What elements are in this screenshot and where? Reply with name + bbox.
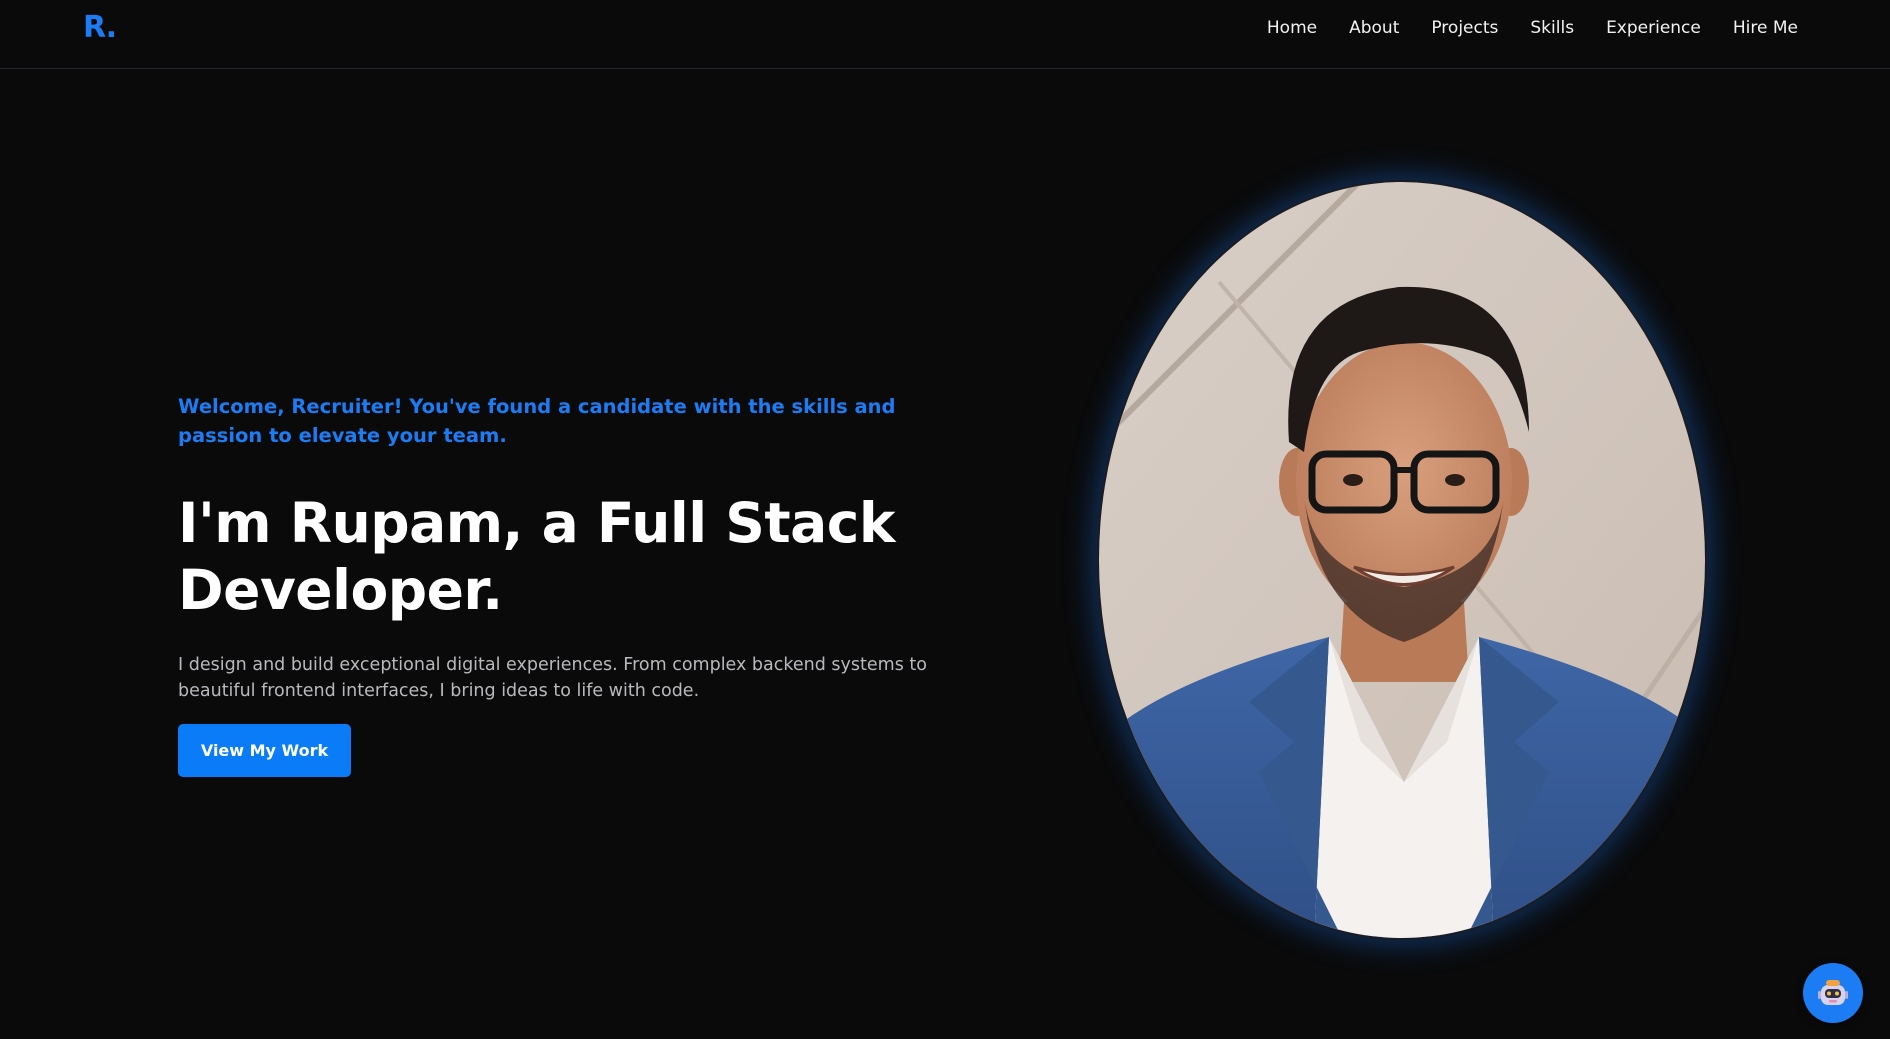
portrait-illustration [1099, 182, 1705, 938]
robot-icon [1818, 980, 1848, 1005]
hero-headline: I'm Rupam, a Full Stack Developer. [178, 491, 895, 622]
nav-link-experience[interactable]: Experience [1606, 17, 1701, 39]
nav-link-skills[interactable]: Skills [1530, 17, 1574, 39]
view-my-work-button[interactable]: View My Work [178, 724, 351, 777]
nav-link-hire-me[interactable]: Hire Me [1733, 17, 1798, 39]
nav-link-home[interactable]: Home [1267, 17, 1317, 39]
nav-links: Home About Projects Skills Experience Hi… [1267, 17, 1798, 39]
nav-link-about[interactable]: About [1349, 17, 1399, 39]
navbar: R. Home About Projects Skills Experience… [0, 0, 1890, 69]
hero-intro: I design and build exceptional digital e… [178, 655, 927, 701]
nav-link-projects[interactable]: Projects [1431, 17, 1498, 39]
chatbot-button[interactable] [1803, 963, 1863, 1023]
hero-section: Welcome, Recruiter! You've found a candi… [178, 392, 958, 777]
profile-photo [1097, 180, 1707, 940]
welcome-message: Welcome, Recruiter! You've found a candi… [178, 395, 896, 447]
logo[interactable]: R. [83, 10, 117, 45]
